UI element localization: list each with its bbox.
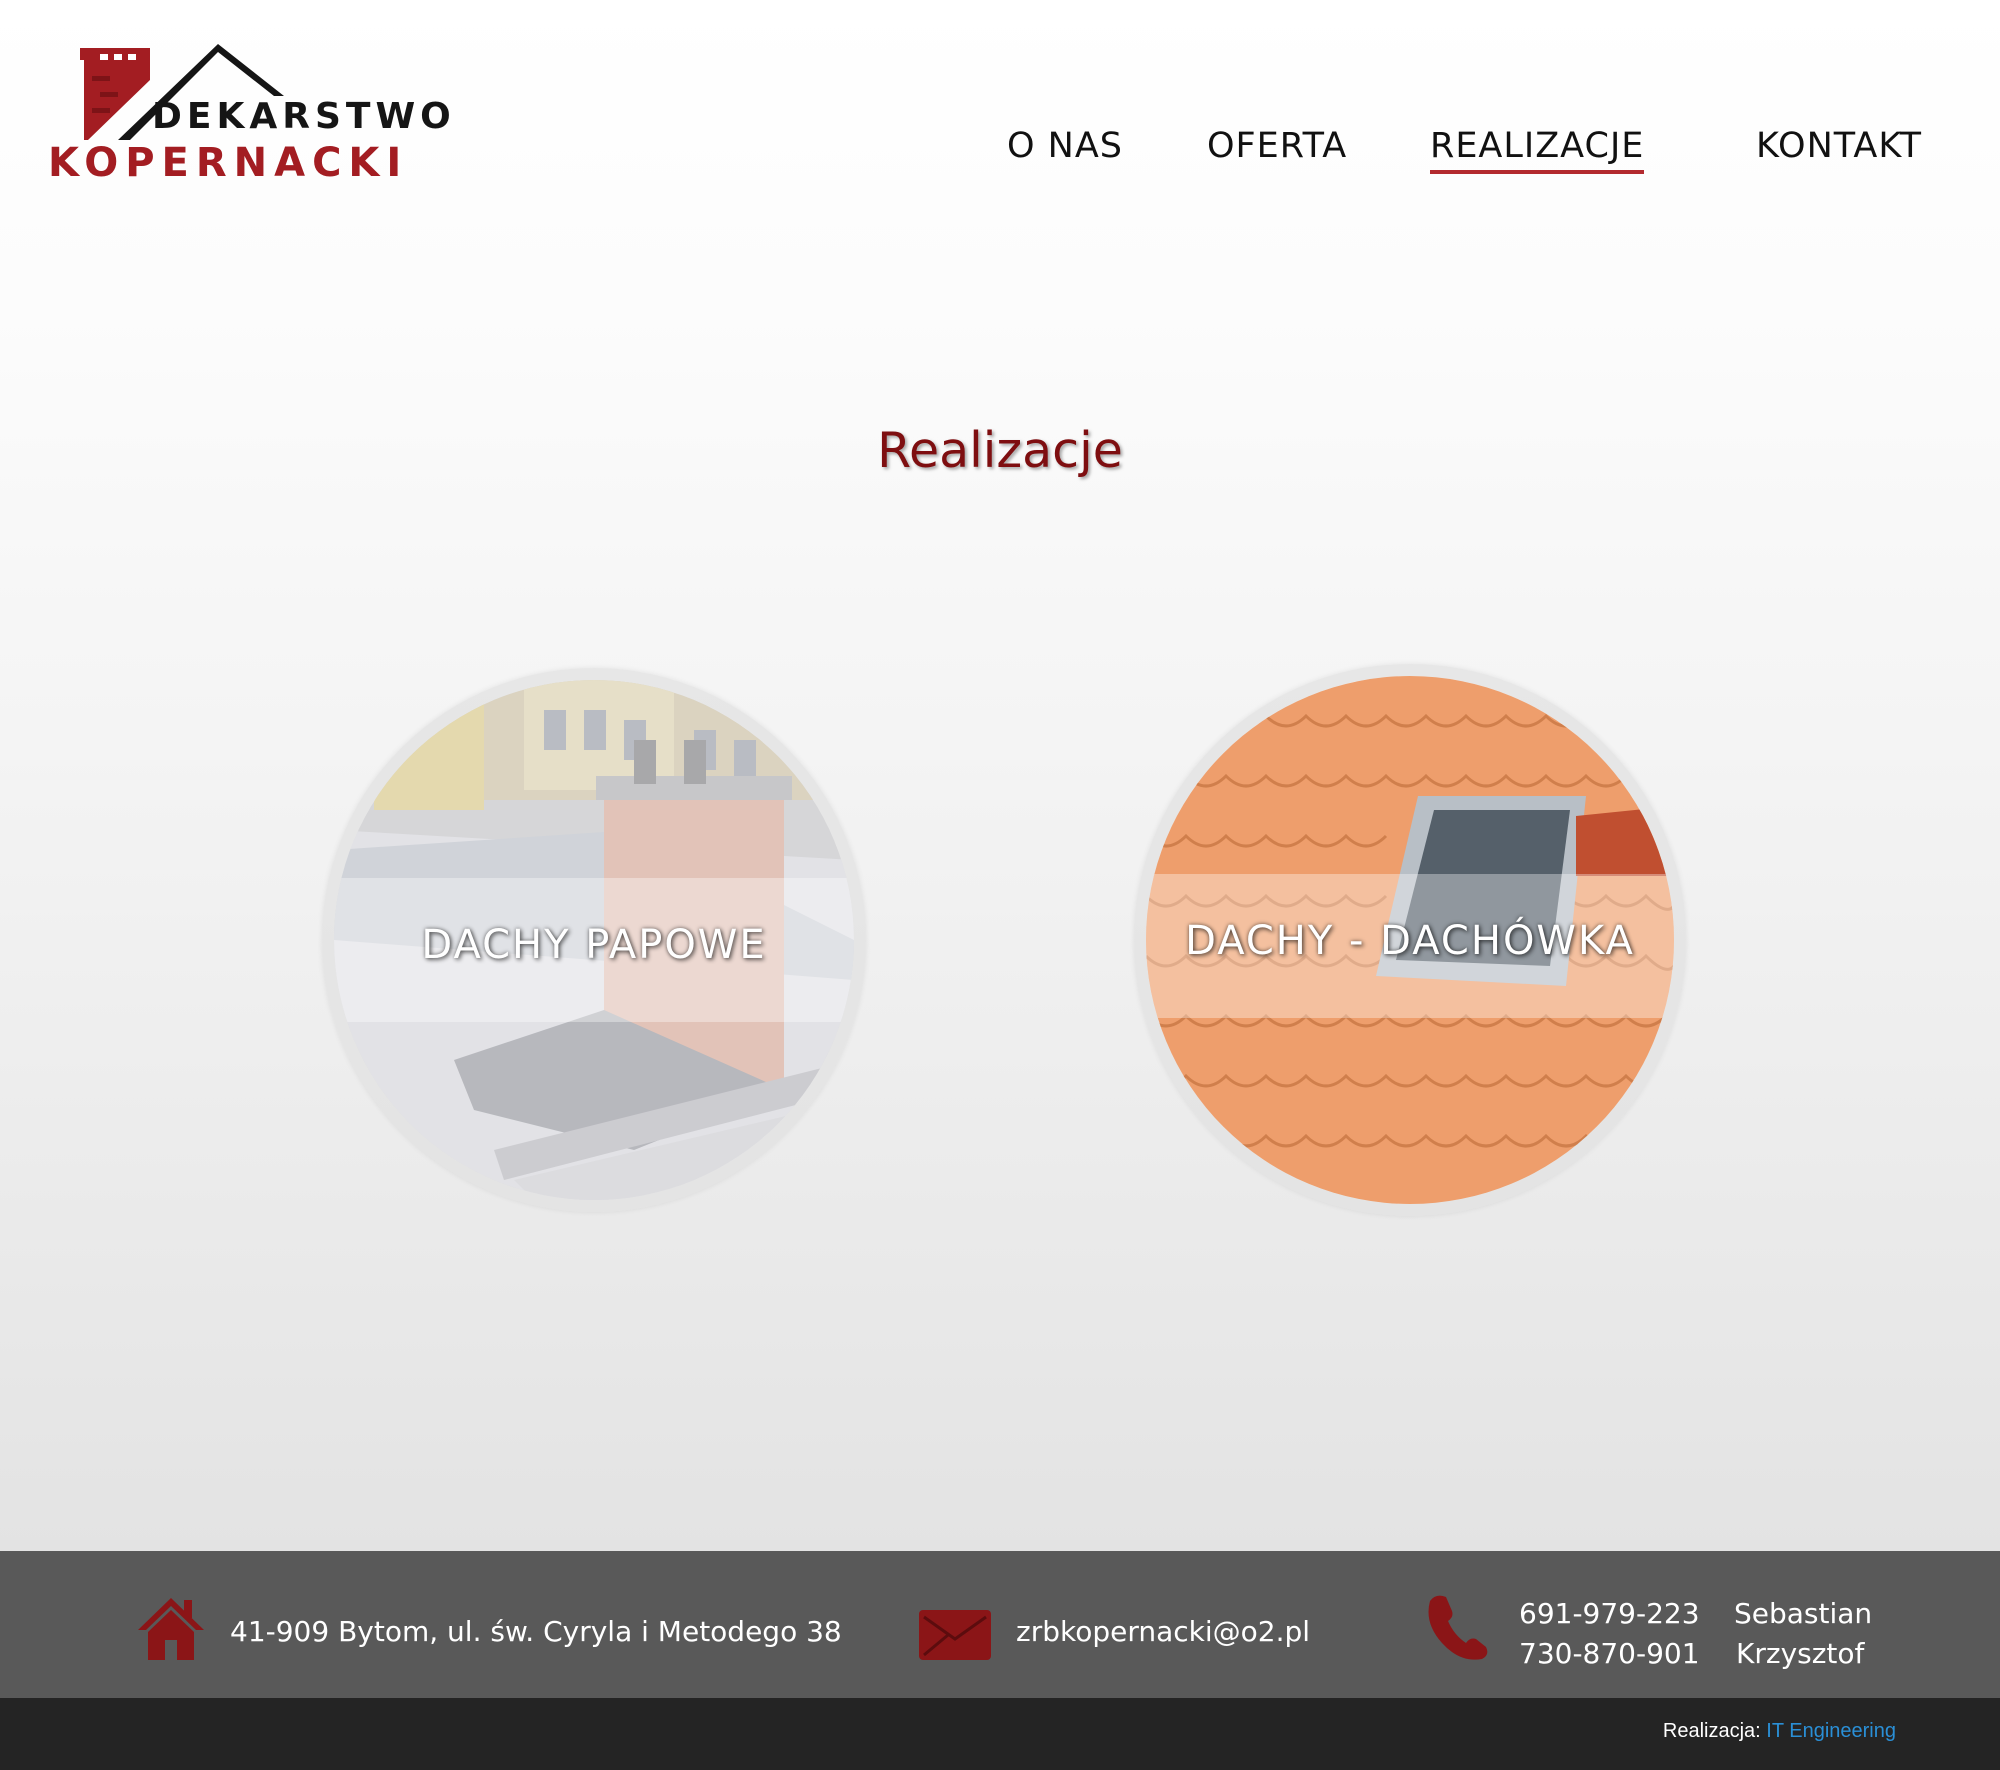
nav-kontakt[interactable]: KONTAKT — [1756, 126, 1922, 166]
main-nav: O NAS OFERTA REALIZACJE KONTAKT — [0, 126, 2000, 186]
page-title: Realizacje — [877, 422, 1123, 479]
house-icon — [138, 1598, 204, 1660]
credit-label: Realizacja: — [1662, 1720, 1761, 1742]
nav-oferta[interactable]: OFERTA — [1207, 126, 1347, 166]
footer-name-2: Krzysztof — [1736, 1637, 1865, 1670]
footer: 41-909 Bytom, ul. św. Cyryla i Metodego … — [0, 1551, 2000, 1698]
nav-realizacje[interactable]: REALIZACJE — [1430, 126, 1645, 174]
credit: Realizacja: IT Engineering — [1663, 1720, 1896, 1743]
credit-link[interactable]: IT Engineering — [1766, 1720, 1896, 1742]
footer-name-1: Sebastian — [1734, 1597, 1873, 1630]
footer-phone-2[interactable]: 730-870-901 — [1519, 1637, 1700, 1670]
card-dachy-papowe[interactable]: DACHY PAPOWE — [322, 668, 866, 1212]
footer-phone-1[interactable]: 691-979-223 — [1519, 1597, 1700, 1630]
footer-address: 41-909 Bytom, ul. św. Cyryla i Metodego … — [230, 1615, 842, 1648]
phone-icon — [1428, 1595, 1488, 1660]
envelope-icon — [919, 1610, 991, 1660]
card-dachy-dachowka[interactable]: DACHY - DACHÓWKA — [1134, 664, 1686, 1216]
footer-email-link[interactable]: zrbkopernacki@o2.pl — [1016, 1615, 1310, 1648]
nav-o-nas[interactable]: O NAS — [1007, 126, 1123, 166]
card-label: DACHY PAPOWE — [421, 922, 767, 968]
card-label: DACHY - DACHÓWKA — [1185, 918, 1635, 964]
bottom-bar: Realizacja: IT Engineering — [0, 1698, 2000, 1770]
